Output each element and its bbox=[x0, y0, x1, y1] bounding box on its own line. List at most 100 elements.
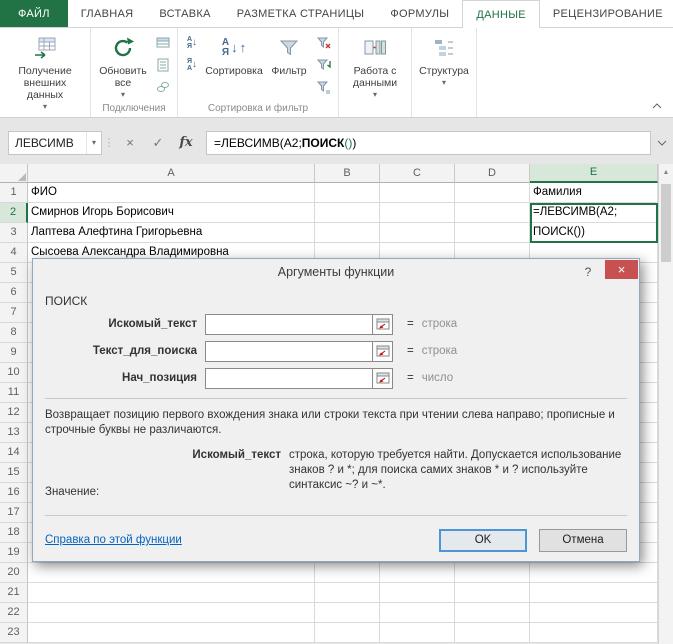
cell-b3[interactable] bbox=[315, 223, 380, 243]
cell-d2[interactable] bbox=[455, 203, 530, 223]
insert-function-button[interactable]: fx bbox=[172, 131, 200, 155]
row-header-10[interactable]: 10 bbox=[0, 363, 28, 383]
cell-d3[interactable] bbox=[455, 223, 530, 243]
cell-c2[interactable] bbox=[380, 203, 455, 223]
sort-button[interactable]: А Я ↓ ↑ Сортировка bbox=[203, 29, 265, 78]
cell-c22[interactable] bbox=[380, 603, 455, 623]
ribbon-collapse-button[interactable] bbox=[650, 100, 664, 112]
column-header-d[interactable]: D bbox=[455, 164, 530, 183]
cell-e21[interactable] bbox=[530, 583, 658, 603]
range-selector-button-2[interactable] bbox=[373, 340, 393, 362]
argument-input-1[interactable] bbox=[205, 313, 373, 335]
scrollbar-thumb[interactable] bbox=[661, 184, 671, 262]
select-all-corner[interactable] bbox=[0, 164, 28, 183]
ribbon-tab-6[interactable]: РЕЦЕНЗИРОВАНИЕ bbox=[540, 0, 673, 27]
cell-b1[interactable] bbox=[315, 183, 380, 203]
cell-e3[interactable]: ПОИСК()) bbox=[530, 223, 658, 243]
name-box-dropdown-icon[interactable]: ▾ bbox=[86, 131, 101, 154]
cell-c3[interactable] bbox=[380, 223, 455, 243]
cell-d1[interactable] bbox=[455, 183, 530, 203]
row-header-21[interactable]: 21 bbox=[0, 583, 28, 603]
function-help-link[interactable]: Справка по этой функции bbox=[45, 534, 182, 546]
cell-c21[interactable] bbox=[380, 583, 455, 603]
row-header-17[interactable]: 17 bbox=[0, 503, 28, 523]
properties-button[interactable] bbox=[153, 55, 173, 74]
row-header-18[interactable]: 18 bbox=[0, 523, 28, 543]
row-header-3[interactable]: 3 bbox=[0, 223, 28, 243]
cell-a1[interactable]: ФИО bbox=[28, 183, 315, 203]
cell-e22[interactable] bbox=[530, 603, 658, 623]
cell-c1[interactable] bbox=[380, 183, 455, 203]
row-header-13[interactable]: 13 bbox=[0, 423, 28, 443]
cell-a2[interactable]: Смирнов Игорь Борисович bbox=[28, 203, 315, 223]
cell-c20[interactable] bbox=[380, 563, 455, 583]
get-external-data-button[interactable]: Получение внешних данных ▾ bbox=[3, 29, 87, 113]
cell-d21[interactable] bbox=[455, 583, 530, 603]
row-header-19[interactable]: 19 bbox=[0, 543, 28, 563]
argument-input-2[interactable] bbox=[205, 340, 373, 362]
cell-a20[interactable] bbox=[28, 563, 315, 583]
data-tools-button[interactable]: Работа с данными ▾ bbox=[342, 29, 408, 101]
row-header-14[interactable]: 14 bbox=[0, 443, 28, 463]
outline-button[interactable]: Структура ▾ bbox=[415, 29, 473, 89]
cell-e1[interactable]: Фамилия bbox=[530, 183, 658, 203]
row-header-9[interactable]: 9 bbox=[0, 343, 28, 363]
argument-input-3[interactable] bbox=[205, 367, 373, 389]
row-header-11[interactable]: 11 bbox=[0, 383, 28, 403]
name-box[interactable]: ЛЕВСИМВ ▾ bbox=[8, 130, 102, 155]
cell-d22[interactable] bbox=[455, 603, 530, 623]
formula-bar-expand-button[interactable] bbox=[651, 131, 673, 155]
sort-ascending-button[interactable]: А Я ↓ bbox=[182, 33, 202, 52]
ok-button[interactable]: OK bbox=[439, 528, 527, 552]
dialog-help-button[interactable]: ? bbox=[577, 263, 599, 281]
advanced-filter-button[interactable] bbox=[314, 77, 334, 96]
cell-a3[interactable]: Лаптева Алефтина Григорьевна bbox=[28, 223, 315, 243]
row-header-1[interactable]: 1 bbox=[0, 183, 28, 203]
ribbon-tab-5[interactable]: ДАННЫЕ bbox=[462, 0, 540, 28]
row-header-22[interactable]: 22 bbox=[0, 603, 28, 623]
cell-e2[interactable]: =ЛЕВСИМВ(A2; bbox=[530, 203, 658, 223]
ribbon-tab-1[interactable]: ГЛАВНАЯ bbox=[68, 0, 147, 27]
ribbon-tab-2[interactable]: ВСТАВКА bbox=[146, 0, 223, 27]
cell-a23[interactable] bbox=[28, 623, 315, 643]
row-header-20[interactable]: 20 bbox=[0, 563, 28, 583]
row-header-15[interactable]: 15 bbox=[0, 463, 28, 483]
column-header-e[interactable]: E bbox=[530, 164, 658, 183]
dialog-close-button[interactable]: × bbox=[605, 260, 638, 279]
row-header-5[interactable]: 5 bbox=[0, 263, 28, 283]
reapply-filter-button[interactable] bbox=[314, 55, 334, 74]
row-header-2[interactable]: 2 bbox=[0, 203, 28, 223]
row-header-12[interactable]: 12 bbox=[0, 403, 28, 423]
filter-button[interactable]: Фильтр bbox=[265, 29, 313, 77]
row-header-7[interactable]: 7 bbox=[0, 303, 28, 323]
cell-e20[interactable] bbox=[530, 563, 658, 583]
ribbon-tab-3[interactable]: РАЗМЕТКА СТРАНИЦЫ bbox=[224, 0, 378, 27]
column-header-a[interactable]: A bbox=[28, 164, 315, 183]
scroll-up-arrow[interactable]: ▲ bbox=[659, 164, 673, 181]
cell-b2[interactable] bbox=[315, 203, 380, 223]
row-header-23[interactable]: 23 bbox=[0, 623, 28, 643]
ribbon-tab-0[interactable]: ФАЙЛ bbox=[0, 0, 68, 27]
confirm-entry-button[interactable]: ✓ bbox=[144, 131, 172, 155]
cancel-button[interactable]: Отмена bbox=[539, 528, 627, 552]
row-header-8[interactable]: 8 bbox=[0, 323, 28, 343]
cell-a22[interactable] bbox=[28, 603, 315, 623]
clear-filter-button[interactable] bbox=[314, 33, 334, 52]
cell-e23[interactable] bbox=[530, 623, 658, 643]
row-header-6[interactable]: 6 bbox=[0, 283, 28, 303]
connections-button[interactable] bbox=[153, 33, 173, 52]
cell-b22[interactable] bbox=[315, 603, 380, 623]
edit-links-button[interactable] bbox=[153, 77, 173, 96]
dialog-titlebar[interactable]: Аргументы функции ? × bbox=[33, 259, 639, 286]
cell-d23[interactable] bbox=[455, 623, 530, 643]
cell-b20[interactable] bbox=[315, 563, 380, 583]
ribbon-tab-4[interactable]: ФОРМУЛЫ bbox=[377, 0, 462, 27]
cell-d20[interactable] bbox=[455, 563, 530, 583]
cell-c23[interactable] bbox=[380, 623, 455, 643]
row-header-4[interactable]: 4 bbox=[0, 243, 28, 263]
cell-b23[interactable] bbox=[315, 623, 380, 643]
sort-descending-button[interactable]: Я А ↓ bbox=[182, 55, 202, 74]
range-selector-button-3[interactable] bbox=[373, 367, 393, 389]
cell-b21[interactable] bbox=[315, 583, 380, 603]
range-selector-button-1[interactable] bbox=[373, 313, 393, 335]
